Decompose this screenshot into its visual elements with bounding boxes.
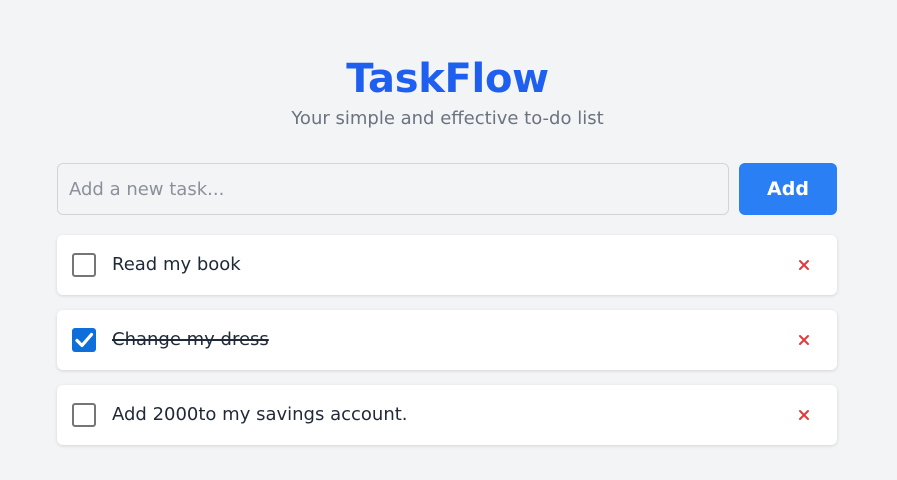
task-label: Add 2000to my savings account. [112, 404, 408, 425]
task-list: Read my book Change my dress Add 2000to … [57, 235, 837, 460]
task-checkbox[interactable] [72, 253, 96, 277]
delete-task-button[interactable] [793, 254, 815, 276]
new-task-form: Add [57, 163, 837, 215]
close-icon [799, 335, 809, 345]
checkmark-icon [75, 332, 94, 348]
delete-task-button[interactable] [793, 329, 815, 351]
task-checkbox[interactable] [72, 403, 96, 427]
task-label: Read my book [112, 254, 241, 275]
close-icon [799, 410, 809, 420]
task-label: Change my dress [112, 329, 269, 350]
delete-task-button[interactable] [793, 404, 815, 426]
task-checkbox[interactable] [72, 328, 96, 352]
new-task-input[interactable] [57, 163, 729, 215]
app-title: TaskFlow [346, 56, 549, 102]
taskflow-app: TaskFlow Your simple and effective to-do… [0, 0, 897, 480]
add-task-button[interactable]: Add [739, 163, 837, 215]
close-icon [799, 260, 809, 270]
task-item: Change my dress [57, 310, 837, 370]
task-item: Add 2000to my savings account. [57, 385, 837, 445]
app-subtitle: Your simple and effective to-do list [291, 108, 604, 129]
task-item: Read my book [57, 235, 837, 295]
